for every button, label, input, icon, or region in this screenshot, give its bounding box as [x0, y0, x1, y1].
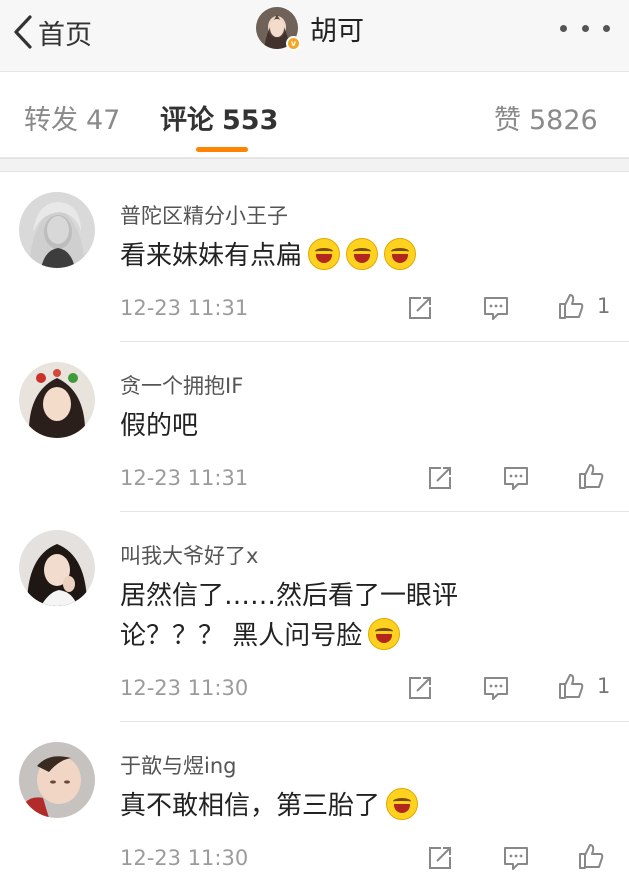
comment-icon — [504, 847, 528, 870]
tab-label: 评论 — [160, 105, 214, 136]
comment-username[interactable]: 普陀区精分小王子 — [120, 200, 288, 230]
repost-icon — [409, 297, 431, 319]
repost-button[interactable] — [426, 463, 454, 493]
crying-face-emoji — [368, 618, 401, 650]
repost-button[interactable] — [426, 843, 454, 873]
tab-count: 5826 — [529, 105, 598, 136]
comment-username[interactable]: 叫我大爷好了x — [120, 540, 258, 570]
back-label: 首页 — [38, 19, 92, 51]
comment-text: 真不敢相信，第三胎了 — [120, 786, 520, 826]
like-button[interactable]: 1 — [557, 291, 610, 321]
tab-label: 赞 — [494, 105, 521, 136]
comment-text-line: 论？？？ 黑人问号脸 — [120, 621, 363, 651]
comment-button[interactable] — [482, 293, 510, 323]
thumbs-up-icon — [579, 464, 604, 489]
avatar[interactable] — [19, 742, 95, 818]
comment-username[interactable]: 贪一个拥抱IF — [120, 370, 243, 400]
like-count: 1 — [597, 674, 611, 698]
comment-username[interactable]: 于歆与煜ing — [120, 750, 236, 780]
comment-text: 居然信了……然后看了一眼评 论？？？ 黑人问号脸 — [120, 576, 520, 656]
comment-icon — [504, 467, 528, 490]
avatar[interactable]: v — [256, 7, 301, 51]
like-button[interactable] — [577, 841, 605, 871]
like-count: 1 — [597, 294, 611, 318]
shocked-face-emoji — [386, 788, 419, 820]
like-button[interactable] — [577, 461, 605, 491]
active-tab-indicator — [196, 147, 248, 152]
avatar[interactable] — [19, 362, 95, 438]
repost-icon — [429, 467, 451, 489]
thumbs-up-icon — [559, 674, 584, 699]
section-divider — [0, 158, 629, 172]
comment-timestamp: 12-23 11:31 — [120, 466, 249, 490]
comment-timestamp: 12-23 11:30 — [120, 846, 249, 870]
laughing-tears-emoji — [308, 238, 341, 270]
repost-button[interactable] — [406, 673, 434, 703]
comment-icon — [484, 297, 508, 320]
tab-comments[interactable]: 评论 553 — [160, 98, 278, 137]
tab-count: 47 — [86, 105, 121, 136]
comment-item: 于歆与煜ing 真不敢相信，第三胎了 12-23 11:30 — [0, 722, 629, 878]
more-dots-icon[interactable] — [554, 16, 616, 40]
tab-likes[interactable]: 赞 5826 — [494, 98, 598, 137]
tab-reposts[interactable]: 转发 47 — [24, 98, 120, 137]
comment-item: 贪一个拥抱IF 假的吧 12-23 11:31 — [0, 342, 629, 512]
profile-header[interactable]: v 胡可 — [256, 4, 364, 52]
back-button[interactable]: 首页 — [10, 10, 92, 54]
top-navigation-bar: 首页 v 胡可 — [0, 0, 629, 72]
tab-count: 553 — [222, 105, 279, 136]
avatar[interactable] — [19, 192, 95, 268]
repost-button[interactable] — [406, 293, 434, 323]
comment-item: 普陀区精分小王子 看来妹妹有点扁 12-23 11:31 1 — [0, 172, 629, 342]
comment-text-content: 看来妹妹有点扁 — [120, 241, 303, 271]
thumbs-up-icon — [579, 844, 604, 869]
comment-timestamp: 12-23 11:30 — [120, 676, 249, 700]
comment-text-content: 假的吧 — [120, 411, 199, 441]
tab-bar: 转发 47 评论 553 赞 5826 — [0, 72, 629, 158]
comment-text: 假的吧 — [120, 406, 520, 446]
comment-button[interactable] — [502, 463, 530, 493]
chevron-left-icon — [14, 15, 32, 49]
laughing-tears-emoji — [346, 238, 379, 270]
comment-button[interactable] — [502, 843, 530, 873]
avatar[interactable] — [19, 530, 95, 606]
comment-item: 叫我大爷好了x 居然信了……然后看了一眼评 论？？？ 黑人问号脸 12-23 1… — [0, 512, 629, 722]
comment-button[interactable] — [482, 673, 510, 703]
repost-icon — [409, 677, 431, 699]
repost-icon — [429, 847, 451, 869]
comment-text: 看来妹妹有点扁 — [120, 236, 520, 276]
like-button[interactable]: 1 — [557, 671, 610, 701]
tab-label: 转发 — [24, 105, 78, 136]
comment-icon — [484, 677, 508, 700]
comment-timestamp: 12-23 11:31 — [120, 296, 249, 320]
thumbs-up-icon — [559, 294, 584, 319]
profile-name: 胡可 — [310, 15, 364, 47]
comment-text-content: 真不敢相信，第三胎了 — [120, 791, 381, 821]
comment-text-line: 居然信了……然后看了一眼评 — [120, 581, 459, 611]
verified-badge-icon: v — [286, 36, 301, 51]
laughing-tears-emoji — [384, 238, 417, 270]
